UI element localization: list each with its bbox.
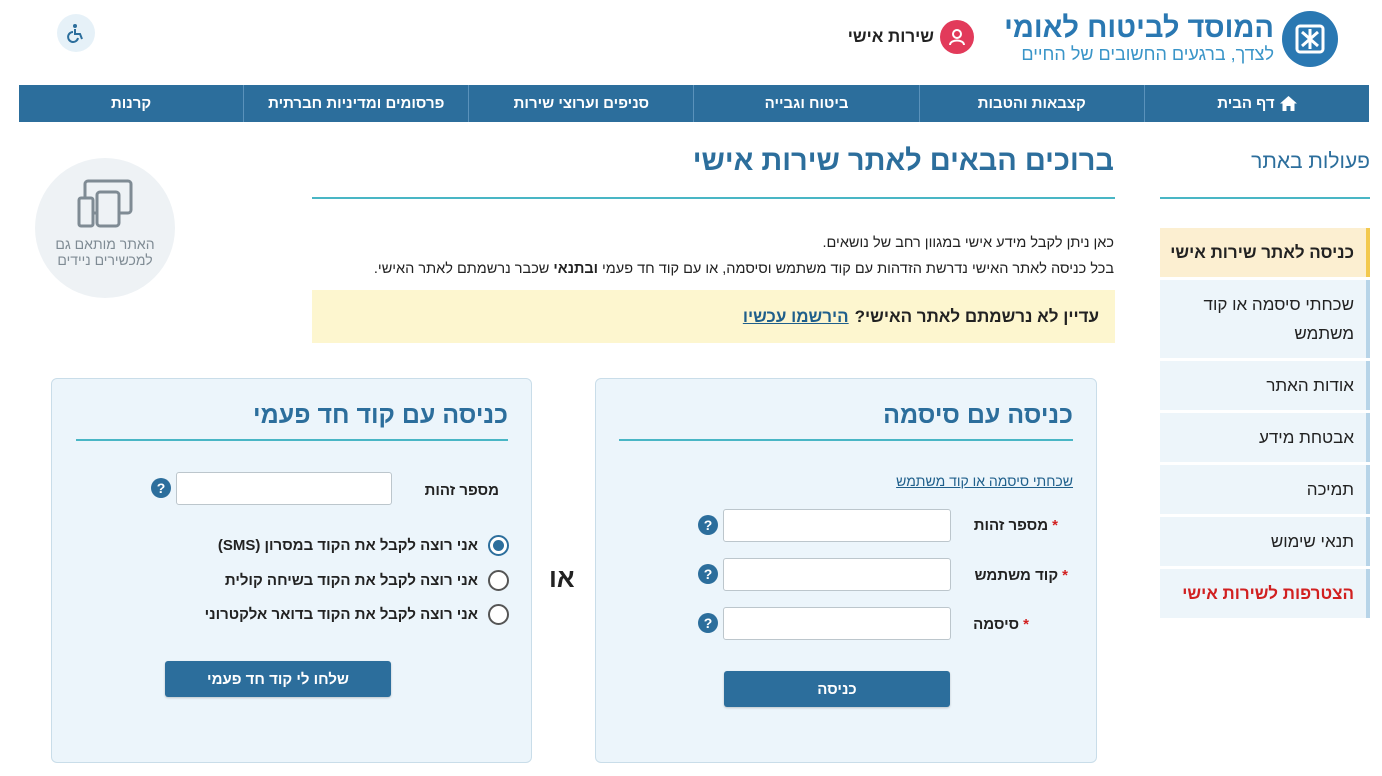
page-title: ברוכים הבאים לאתר שירות אישי bbox=[692, 145, 1114, 177]
personal-service-link[interactable]: שירות אישי bbox=[848, 20, 974, 54]
otp-id-number-input[interactable] bbox=[176, 472, 392, 505]
org-title: המוסד לביטוח לאומי bbox=[1004, 12, 1274, 44]
main-nav: דף הבית קצבאות והטבות ביטוח וגבייה סניפי… bbox=[19, 85, 1369, 122]
help-icon[interactable]: ? bbox=[698, 564, 718, 584]
panel-divider bbox=[76, 439, 508, 441]
user-code-input[interactable] bbox=[723, 558, 951, 591]
send-otp-button[interactable]: שלחו לי קוד חד פעמי bbox=[165, 661, 391, 697]
sidebar-title: פעולות באתר bbox=[1251, 150, 1370, 173]
nav-label: קרנות bbox=[110, 95, 152, 112]
intro-line-2-bold: ובתנאי bbox=[553, 261, 599, 277]
id-label: *מספר זהות bbox=[974, 517, 1058, 534]
help-icon[interactable]: ? bbox=[151, 478, 171, 498]
nav-item-home[interactable]: דף הבית bbox=[1143, 85, 1369, 122]
sidebar-item-about[interactable]: אודות האתר bbox=[1160, 361, 1370, 410]
notice-text: עדיין לא נרשמתם לאתר האישי? bbox=[854, 306, 1099, 326]
help-icon[interactable]: ? bbox=[698, 515, 718, 535]
or-separator: או bbox=[549, 563, 575, 593]
password-label-text: סיסמה bbox=[973, 616, 1020, 633]
mobile-badge: האתר מותאם גם למכשירים ניידים bbox=[35, 158, 175, 298]
password-login-panel: כניסה עם סיסמה שכחתי סיסמה או קוד משתמש … bbox=[595, 378, 1097, 763]
otp-login-title: כניסה עם קוד חד פעמי bbox=[253, 401, 508, 429]
nav-label: פרסומים ומדיניות חברתית bbox=[268, 95, 445, 112]
devices-icon bbox=[77, 179, 133, 228]
otp-option-label: אני רוצה לקבל את הקוד בדואר אלקטרוני bbox=[204, 606, 478, 623]
required-mark: * bbox=[1062, 567, 1068, 584]
otp-option-label: אני רוצה לקבל את הקוד בשיחה קולית bbox=[224, 572, 478, 589]
nav-item-funds[interactable]: קרנות bbox=[19, 85, 243, 122]
sidebar-item-login[interactable]: כניסה לאתר שירות אישי bbox=[1160, 228, 1370, 277]
nav-label: קצבאות והטבות bbox=[977, 95, 1086, 112]
password-input[interactable] bbox=[723, 607, 951, 640]
radio-button[interactable] bbox=[488, 570, 509, 591]
mobile-label: האתר מותאם גם למכשירים ניידים bbox=[55, 236, 155, 268]
otp-option-voice[interactable]: אני רוצה לקבל את הקוד בשיחה קולית bbox=[225, 570, 509, 591]
required-mark: * bbox=[1052, 517, 1058, 534]
sidebar-divider bbox=[1160, 197, 1370, 199]
nii-logo-icon[interactable] bbox=[1282, 11, 1338, 67]
id-number-input[interactable] bbox=[723, 509, 951, 542]
intro-line-1: כאן ניתן לקבל מידע אישי במגוון רחב של נו… bbox=[822, 235, 1114, 251]
password-login-title: כניסה עם סיסמה bbox=[883, 401, 1073, 429]
wheelchair-icon[interactable] bbox=[57, 14, 95, 52]
intro-text: כאן ניתן לקבל מידע אישי במגוון רחב של נו… bbox=[314, 230, 1114, 282]
user-code-label: *קוד משתמש bbox=[975, 567, 1069, 584]
radio-button[interactable] bbox=[488, 604, 509, 625]
otp-option-label: אני רוצה לקבל את הקוד במסרון (SMS) bbox=[217, 537, 478, 554]
password-label: *סיסמה bbox=[973, 616, 1029, 633]
nav-item-branches[interactable]: סניפים וערוצי שירות bbox=[468, 85, 693, 122]
user-icon bbox=[940, 20, 974, 54]
nav-label: סניפים וערוצי שירות bbox=[513, 95, 650, 112]
help-icon[interactable]: ? bbox=[698, 613, 718, 633]
nav-label: דף הבית bbox=[1217, 95, 1275, 112]
personal-service-label: שירות אישי bbox=[847, 27, 934, 46]
sidebar: כניסה לאתר שירות אישי שכחתי סיסמה או קוד… bbox=[1160, 228, 1370, 621]
sidebar-item-join[interactable]: הצטרפות לשירות אישי bbox=[1160, 569, 1370, 618]
panel-divider bbox=[619, 439, 1073, 441]
user-code-label-text: קוד משתמש bbox=[974, 567, 1059, 584]
nav-label: ביטוח וגבייה bbox=[764, 95, 849, 112]
org-subtitle: לצדך, ברגעים החשובים של החיים bbox=[1021, 44, 1274, 64]
intro-line-2: בכל כניסה לאתר האישי נדרשת הזדהות עם קוד… bbox=[314, 256, 1114, 282]
title-divider bbox=[312, 197, 1115, 199]
sidebar-item-security[interactable]: אבטחת מידע bbox=[1160, 413, 1370, 462]
required-mark: * bbox=[1023, 616, 1029, 633]
sidebar-item-support[interactable]: תמיכה bbox=[1160, 465, 1370, 514]
intro-line-2-end: שכבר נרשמתם לאתר האישי. bbox=[373, 261, 554, 277]
id-label-text: מספר זהות bbox=[973, 517, 1049, 534]
otp-id-label: מספר זהות bbox=[424, 482, 499, 499]
otp-option-email[interactable]: אני רוצה לקבל את הקוד בדואר אלקטרוני bbox=[205, 604, 509, 625]
sidebar-item-forgot-password[interactable]: שכחתי סיסמה או קוד משתמש bbox=[1160, 280, 1370, 358]
org-logo-text[interactable]: המוסד לביטוח לאומי לצדך, ברגעים החשובים … bbox=[1004, 12, 1274, 64]
register-link[interactable]: הירשמו עכשיו bbox=[743, 307, 849, 327]
login-button[interactable]: כניסה bbox=[724, 671, 950, 707]
home-icon bbox=[1279, 96, 1297, 111]
radio-button[interactable] bbox=[488, 535, 509, 556]
nav-item-insurance[interactable]: ביטוח וגבייה bbox=[693, 85, 918, 122]
intro-line-2-start: בכל כניסה לאתר האישי נדרשת הזדהות עם קוד… bbox=[598, 261, 1114, 277]
otp-option-sms[interactable]: אני רוצה לקבל את הקוד במסרון (SMS) bbox=[218, 535, 509, 556]
forgot-password-link[interactable]: שכחתי סיסמה או קוד משתמש bbox=[896, 473, 1073, 489]
nav-item-benefits[interactable]: קצבאות והטבות bbox=[918, 85, 1144, 122]
register-notice: עדיין לא נרשמתם לאתר האישי? הירשמו עכשיו bbox=[312, 290, 1115, 343]
nav-item-publications[interactable]: פרסומים ומדיניות חברתית bbox=[243, 85, 468, 122]
otp-login-panel: כניסה עם קוד חד פעמי מספר זהות ? אני רוצ… bbox=[51, 378, 532, 763]
sidebar-item-terms[interactable]: תנאי שימוש bbox=[1160, 517, 1370, 566]
